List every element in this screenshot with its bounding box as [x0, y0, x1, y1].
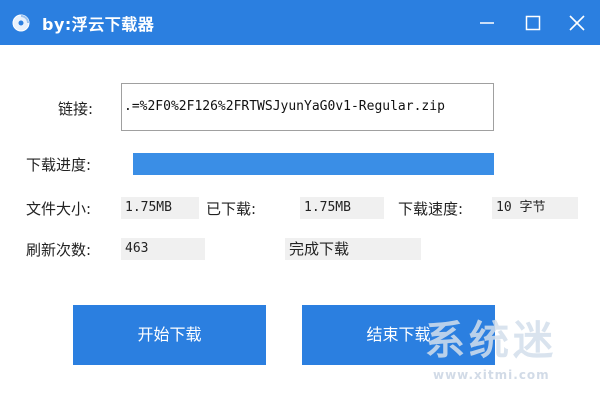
watermark-url: www.xitmi.com [433, 368, 550, 382]
downloaded-label: 已下载: [206, 200, 257, 218]
link-input[interactable]: .=%2F0%2F126%2FRTWSJyunYaG0v1-Regular.zi… [121, 83, 494, 131]
progress-label: 下载进度: [26, 156, 92, 174]
link-label: 链接: [58, 100, 94, 118]
watermark: 系统迷 www.xitmi.com [425, 308, 595, 398]
maximize-button[interactable] [510, 0, 556, 45]
file-size-value: 1.75MB [121, 197, 199, 219]
window-title: by:浮云下载器 [42, 15, 155, 34]
progress-fill [133, 153, 494, 175]
refresh-count-value: 463 [121, 238, 205, 260]
disc-icon [12, 14, 30, 32]
close-button[interactable] [554, 0, 600, 45]
refresh-count-label: 刷新次数: [26, 241, 92, 259]
title-bar[interactable]: by:浮云下载器 [0, 0, 600, 45]
speed-value: 10 字节 [492, 197, 578, 219]
app-window: by:浮云下载器 链接: .=%2F0%2F126%2FRTWSJyunYaG0… [0, 0, 600, 405]
status-text: 完成下载 [285, 238, 421, 260]
file-size-label: 文件大小: [26, 200, 92, 218]
minimize-button[interactable] [464, 0, 510, 45]
speed-label: 下载速度: [398, 200, 464, 218]
downloaded-value: 1.75MB [300, 197, 384, 219]
watermark-text: 系统迷 [425, 318, 557, 364]
download-progress-bar [133, 153, 494, 175]
start-download-button[interactable]: 开始下载 [73, 305, 266, 365]
